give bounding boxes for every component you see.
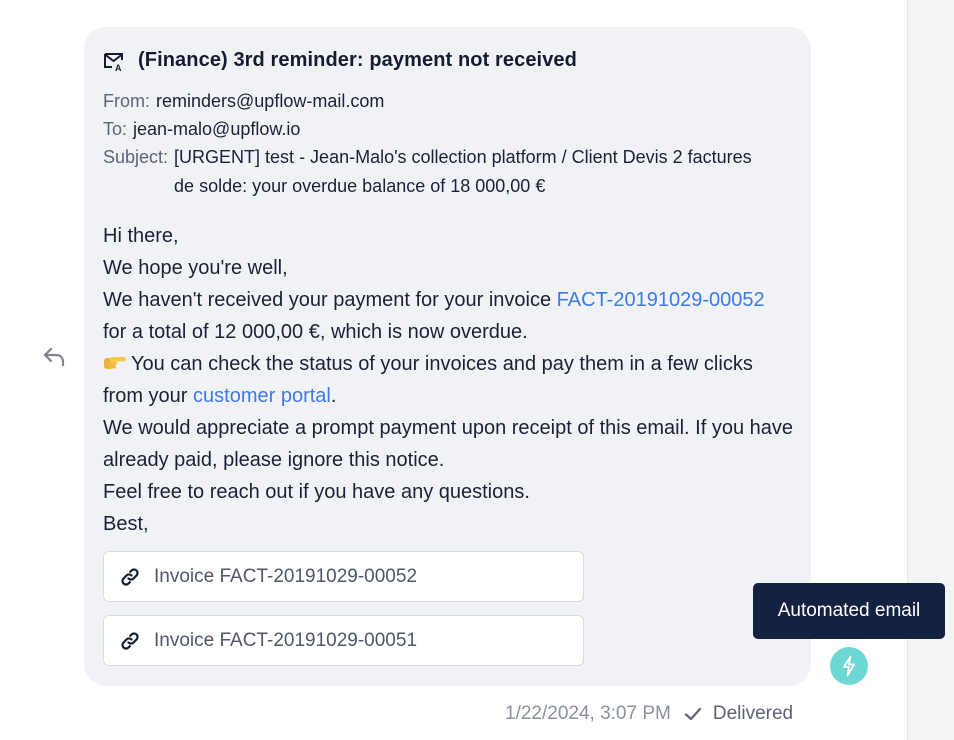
body-line-2-start: We haven't received your payment for you… <box>103 289 557 311</box>
automated-email-tooltip: Automated email <box>753 583 945 639</box>
reply-icon[interactable] <box>41 344 67 370</box>
tooltip-text: Automated email <box>777 600 921 621</box>
to-value: jean-malo@upflow.io <box>133 119 301 139</box>
body-line-3: You can check the status of your invoice… <box>103 348 793 412</box>
attachment-invoice-00051[interactable]: Invoice FACT-20191029-00051 <box>103 615 584 666</box>
attachment-label: Invoice FACT-20191029-00051 <box>154 629 418 651</box>
email-title: (Finance) 3rd reminder: payment not rece… <box>138 49 577 71</box>
pointing-hand-emoji <box>104 357 126 369</box>
from-value: reminders@upflow-mail.com <box>156 91 385 111</box>
attachment-label: Invoice FACT-20191029-00052 <box>154 565 418 587</box>
to-row: To: jean-malo@upflow.io <box>103 115 774 143</box>
lightning-icon <box>843 655 855 677</box>
customer-portal-link[interactable]: customer portal <box>193 385 331 407</box>
body-line-2-end: for a total of 12 000,00 €, which is now… <box>103 321 528 343</box>
email-card: A (Finance) 3rd reminder: payment not re… <box>84 27 811 686</box>
body-line-1: We hope you're well, <box>103 257 288 279</box>
link-icon <box>121 567 139 586</box>
subject-row: Subject: [URGENT] test - Jean-Malo's col… <box>103 143 774 201</box>
timestamp: 1/22/2024, 3:07 PM <box>505 703 671 724</box>
check-icon <box>684 707 701 721</box>
body-greeting: Hi there, <box>103 225 179 247</box>
body-line-5: Feel free to reach out if you have any q… <box>103 481 530 503</box>
to-label: To: <box>103 119 128 139</box>
from-row: From: reminders@upflow-mail.com <box>103 87 774 115</box>
invoice-link[interactable]: FACT-20191029-00052 <box>557 289 765 311</box>
subject-value: [URGENT] test - Jean-Malo's collection p… <box>174 147 752 196</box>
link-icon <box>121 631 139 650</box>
mail-icon: A <box>104 52 123 72</box>
body-signoff: Best, <box>103 513 149 535</box>
attachment-invoice-00052[interactable]: Invoice FACT-20191029-00052 <box>103 551 584 602</box>
body-line-2: We haven't received your payment for you… <box>103 284 793 348</box>
email-header: A (Finance) 3rd reminder: payment not re… <box>103 49 577 72</box>
delivery-status: Delivered <box>712 703 794 724</box>
automation-badge[interactable] <box>830 647 868 685</box>
email-meta: From: reminders@upflow-mail.com To: jean… <box>103 87 774 201</box>
from-label: From: <box>103 91 150 111</box>
subject-label: Subject: <box>103 147 169 167</box>
body-line-4: We would appreciate a prompt payment upo… <box>103 417 794 471</box>
message-footer: 1/22/2024, 3:07 PM Delivered <box>505 701 793 727</box>
svg-text:A: A <box>115 63 122 72</box>
email-body: Hi there, We hope you're well, We haven'… <box>103 220 793 540</box>
body-line-3-end: . <box>330 385 337 407</box>
